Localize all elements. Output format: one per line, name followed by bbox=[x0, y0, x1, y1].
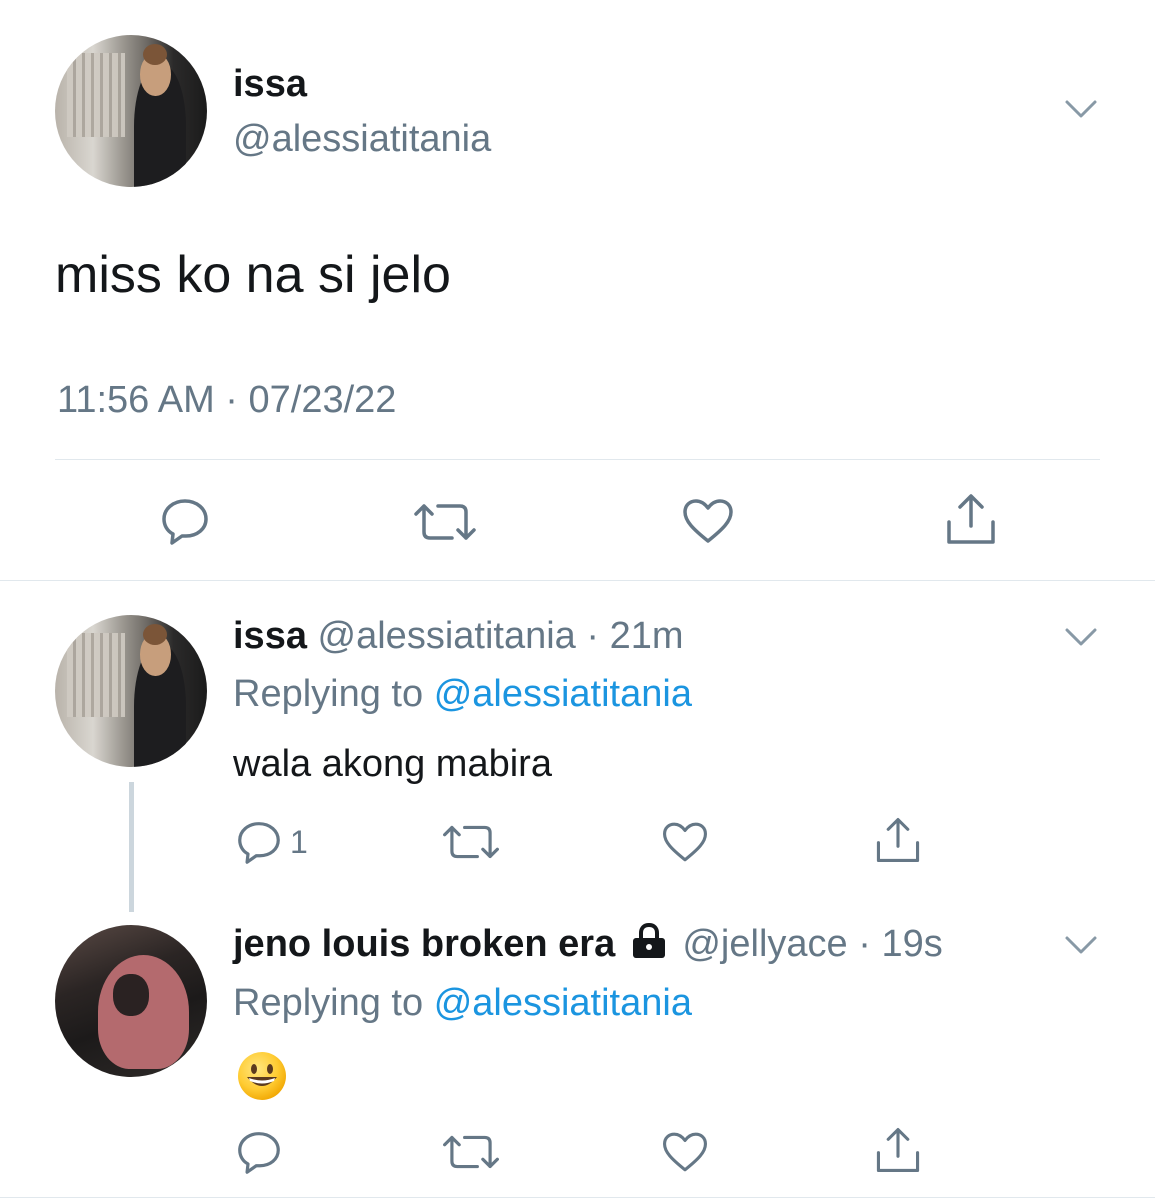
retweet-icon[interactable] bbox=[412, 500, 478, 544]
reply-icon[interactable] bbox=[160, 497, 210, 545]
retweet-icon[interactable] bbox=[441, 1132, 501, 1172]
reply-text: wala akong mabira bbox=[233, 743, 552, 785]
divider bbox=[55, 459, 1100, 460]
replying-to: Replying to @alessiatitania bbox=[233, 981, 692, 1025]
share-icon[interactable] bbox=[874, 1126, 922, 1174]
author-name[interactable]: issa bbox=[233, 615, 307, 657]
chevron-down-icon[interactable] bbox=[1064, 98, 1098, 122]
reply-emoji: 😀 bbox=[236, 1050, 288, 1102]
section-divider bbox=[0, 580, 1155, 581]
thread-line bbox=[129, 782, 134, 912]
reply-header: jeno louis broken era @jellyace · 19s bbox=[233, 922, 943, 969]
reply-icon[interactable] bbox=[236, 1130, 282, 1174]
replying-to-link[interactable]: @alessiatitania bbox=[434, 982, 692, 1024]
author-name[interactable]: jeno louis broken era bbox=[233, 923, 615, 965]
tweet-text: miss ko na si jelo bbox=[55, 246, 451, 304]
like-icon[interactable] bbox=[661, 820, 709, 864]
reply-time[interactable]: 21m bbox=[610, 615, 684, 657]
chevron-down-icon[interactable] bbox=[1064, 626, 1098, 650]
reply-count: 1 bbox=[290, 824, 308, 860]
replying-to-link[interactable]: @alessiatitania bbox=[434, 673, 692, 715]
author-name[interactable]: issa bbox=[233, 62, 307, 106]
chevron-down-icon[interactable] bbox=[1064, 934, 1098, 958]
like-icon[interactable] bbox=[661, 1130, 709, 1174]
share-icon[interactable] bbox=[874, 816, 922, 864]
replying-label: Replying to bbox=[233, 982, 424, 1024]
author-handle[interactable]: @alessiatitania bbox=[318, 615, 576, 657]
avatar[interactable] bbox=[55, 925, 207, 1077]
retweet-icon[interactable] bbox=[441, 822, 501, 862]
reply-time[interactable]: 19s bbox=[881, 923, 942, 965]
like-icon[interactable] bbox=[681, 497, 735, 545]
separator-dot: · bbox=[575, 615, 610, 657]
tweet-timestamp[interactable]: 11:56 AM · 07/23/22 bbox=[57, 378, 396, 422]
replying-label: Replying to bbox=[233, 673, 424, 715]
reply-header: issa @alessiatitania · 21m bbox=[233, 614, 684, 658]
replying-to: Replying to @alessiatitania bbox=[233, 672, 692, 716]
author-handle[interactable]: @jellyace bbox=[682, 923, 847, 965]
avatar[interactable] bbox=[55, 615, 207, 767]
author-handle[interactable]: @alessiatitania bbox=[233, 117, 491, 161]
bottom-divider bbox=[0, 1197, 1155, 1198]
avatar[interactable] bbox=[55, 35, 207, 187]
share-icon[interactable] bbox=[944, 492, 998, 546]
separator-dot: · bbox=[847, 923, 882, 965]
lock-icon bbox=[630, 922, 668, 969]
reply-icon[interactable] bbox=[236, 820, 282, 864]
